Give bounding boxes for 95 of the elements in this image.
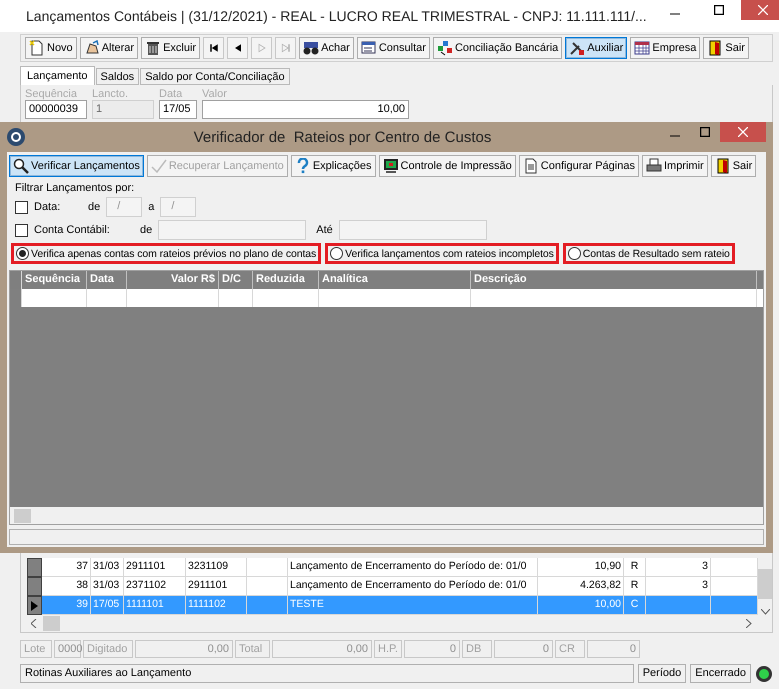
total-label: Digitado — [83, 640, 133, 658]
total-label: DB — [462, 640, 492, 658]
toolbar-button[interactable]: Conciliação Bancária — [432, 37, 562, 59]
search-icon — [13, 158, 29, 174]
document-icon — [522, 158, 539, 174]
grid-row[interactable]: 38 31/03 2371102 2911101 Lançamento de Encerramento do Período de: 01/0 4.263,82 R 3 — [27, 577, 758, 596]
checkbox[interactable] — [15, 200, 28, 214]
list-icon — [360, 40, 377, 56]
tab[interactable]: Saldo por Conta/Conciliação — [140, 68, 290, 85]
exit-door-icon — [707, 40, 724, 56]
close-icon[interactable] — [738, 127, 748, 137]
grid-row[interactable]: 37 31/03 2911101 3231109 Lançamento de Encerramento do Período de: 01/0 10,90 R 3 — [27, 558, 758, 577]
close-icon[interactable] — [758, 5, 768, 15]
maximize-icon[interactable] — [714, 5, 724, 15]
total-value: 0 — [494, 640, 553, 658]
toolbar-button[interactable]: Novo — [25, 37, 77, 59]
next-icon — [256, 42, 268, 54]
printer-icon — [646, 158, 662, 174]
field-label: de — [88, 201, 100, 213]
window-title: Lançamentos Contábeis | (31/12/2021) - REAL - LUCRO REAL TRIMESTRAL - CNPJ: 11.111.111/... — [26, 8, 647, 24]
input-field[interactable]: 10,00 — [202, 100, 409, 119]
input-field[interactable]: 00000039 — [25, 100, 87, 119]
radio-option[interactable]: Contas de Resultado sem rateio — [562, 243, 735, 264]
first-record-icon — [208, 42, 220, 54]
radio-button[interactable] — [330, 247, 344, 260]
calendar-icon — [634, 40, 650, 56]
toolbar-button[interactable]: Configurar Páginas — [518, 155, 639, 177]
tools-icon — [569, 40, 586, 56]
current-row-icon — [31, 600, 38, 610]
field-label: de — [140, 224, 152, 236]
row-indicator — [27, 558, 42, 577]
new-document-icon — [29, 40, 45, 56]
maximize-icon[interactable] — [700, 127, 710, 137]
toolbar-button[interactable]: Achar — [299, 37, 354, 59]
radio-button[interactable] — [16, 247, 29, 260]
field-label: Valor — [202, 88, 228, 100]
scroll-down-icon[interactable] — [760, 609, 770, 615]
monitor-icon — [382, 158, 399, 174]
field-label: Sequência — [25, 88, 78, 100]
scrollbar-thumb[interactable] — [14, 508, 31, 522]
total-value: 0000 — [54, 640, 81, 658]
field-label: Até — [316, 224, 333, 236]
total-value: 0 — [404, 640, 460, 658]
field-label: a — [148, 201, 154, 213]
field-label: Lancto. — [92, 88, 130, 100]
status-panel: Encerrado — [690, 664, 751, 683]
last-record-icon — [280, 42, 292, 54]
radio-option[interactable]: Verifica apenas contas com rateios prévios no plano de contas — [11, 243, 322, 264]
input-field[interactable] — [338, 220, 487, 240]
tab[interactable]: Lançamento — [20, 66, 95, 85]
status-panel: Período — [638, 664, 686, 683]
total-label: Total — [235, 640, 270, 658]
trash-icon — [145, 40, 162, 56]
dialog-title: Verificador de Rateios por Centro de Custos — [192, 128, 492, 146]
filter-heading: Filtrar Lançamentos por: — [15, 182, 136, 194]
total-value: 0 — [587, 640, 640, 658]
help-icon — [294, 158, 311, 174]
field-label: Data — [159, 88, 184, 100]
toolbar-button[interactable]: Imprimir — [642, 155, 708, 177]
tab[interactable]: Saldos — [96, 68, 140, 85]
checkmark-icon — [150, 158, 167, 174]
scrollbar-thumb[interactable] — [43, 616, 60, 631]
toolbar-button[interactable]: Controle de Impressão — [378, 155, 516, 177]
radio-button[interactable] — [568, 247, 581, 260]
toolbar-button[interactable]: Explicações — [290, 155, 376, 177]
checkbox[interactable] — [15, 224, 28, 236]
total-label: H.P. — [374, 640, 402, 658]
toolbar-button[interactable]: Alterar — [80, 37, 138, 59]
horizontal-scrollbar[interactable] — [10, 507, 763, 524]
exit-door-icon — [714, 158, 731, 174]
total-value: 0,00 — [135, 640, 233, 658]
total-label: CR — [555, 640, 585, 658]
radio-option[interactable]: Verifica lançamentos com rateios incompletos — [325, 243, 559, 264]
input-field[interactable] — [158, 220, 306, 240]
navigation-button[interactable] — [227, 37, 248, 59]
toolbar-button[interactable]: Sair — [710, 155, 756, 177]
scroll-right-icon[interactable] — [746, 619, 752, 628]
checkbox-label: Conta Contábil: — [34, 224, 111, 236]
toolbar-button[interactable]: Auxiliar — [565, 37, 628, 59]
navigation-button[interactable] — [203, 37, 224, 59]
toolbar-button[interactable]: Empresa — [630, 37, 700, 59]
toolbar-button[interactable]: Excluir — [141, 37, 200, 59]
row-indicator — [27, 577, 42, 596]
total-value: 0,00 — [272, 640, 372, 658]
app-logo-icon — [7, 128, 25, 146]
toolbar-button[interactable]: Consultar — [356, 37, 430, 59]
status-light-icon — [755, 664, 773, 682]
toolbar-button[interactable]: Sair — [703, 37, 749, 59]
scroll-left-icon[interactable] — [31, 619, 37, 628]
status-message: Rotinas Auxiliares ao Lançamento — [20, 664, 634, 683]
checkbox-label: Data: — [34, 201, 62, 213]
total-label: Lote — [20, 640, 52, 658]
toolbar-button[interactable]: Verificar Lançamentos — [9, 155, 144, 177]
colored-blocks-icon — [436, 40, 453, 56]
input-field[interactable]: 17/05 — [159, 100, 197, 119]
